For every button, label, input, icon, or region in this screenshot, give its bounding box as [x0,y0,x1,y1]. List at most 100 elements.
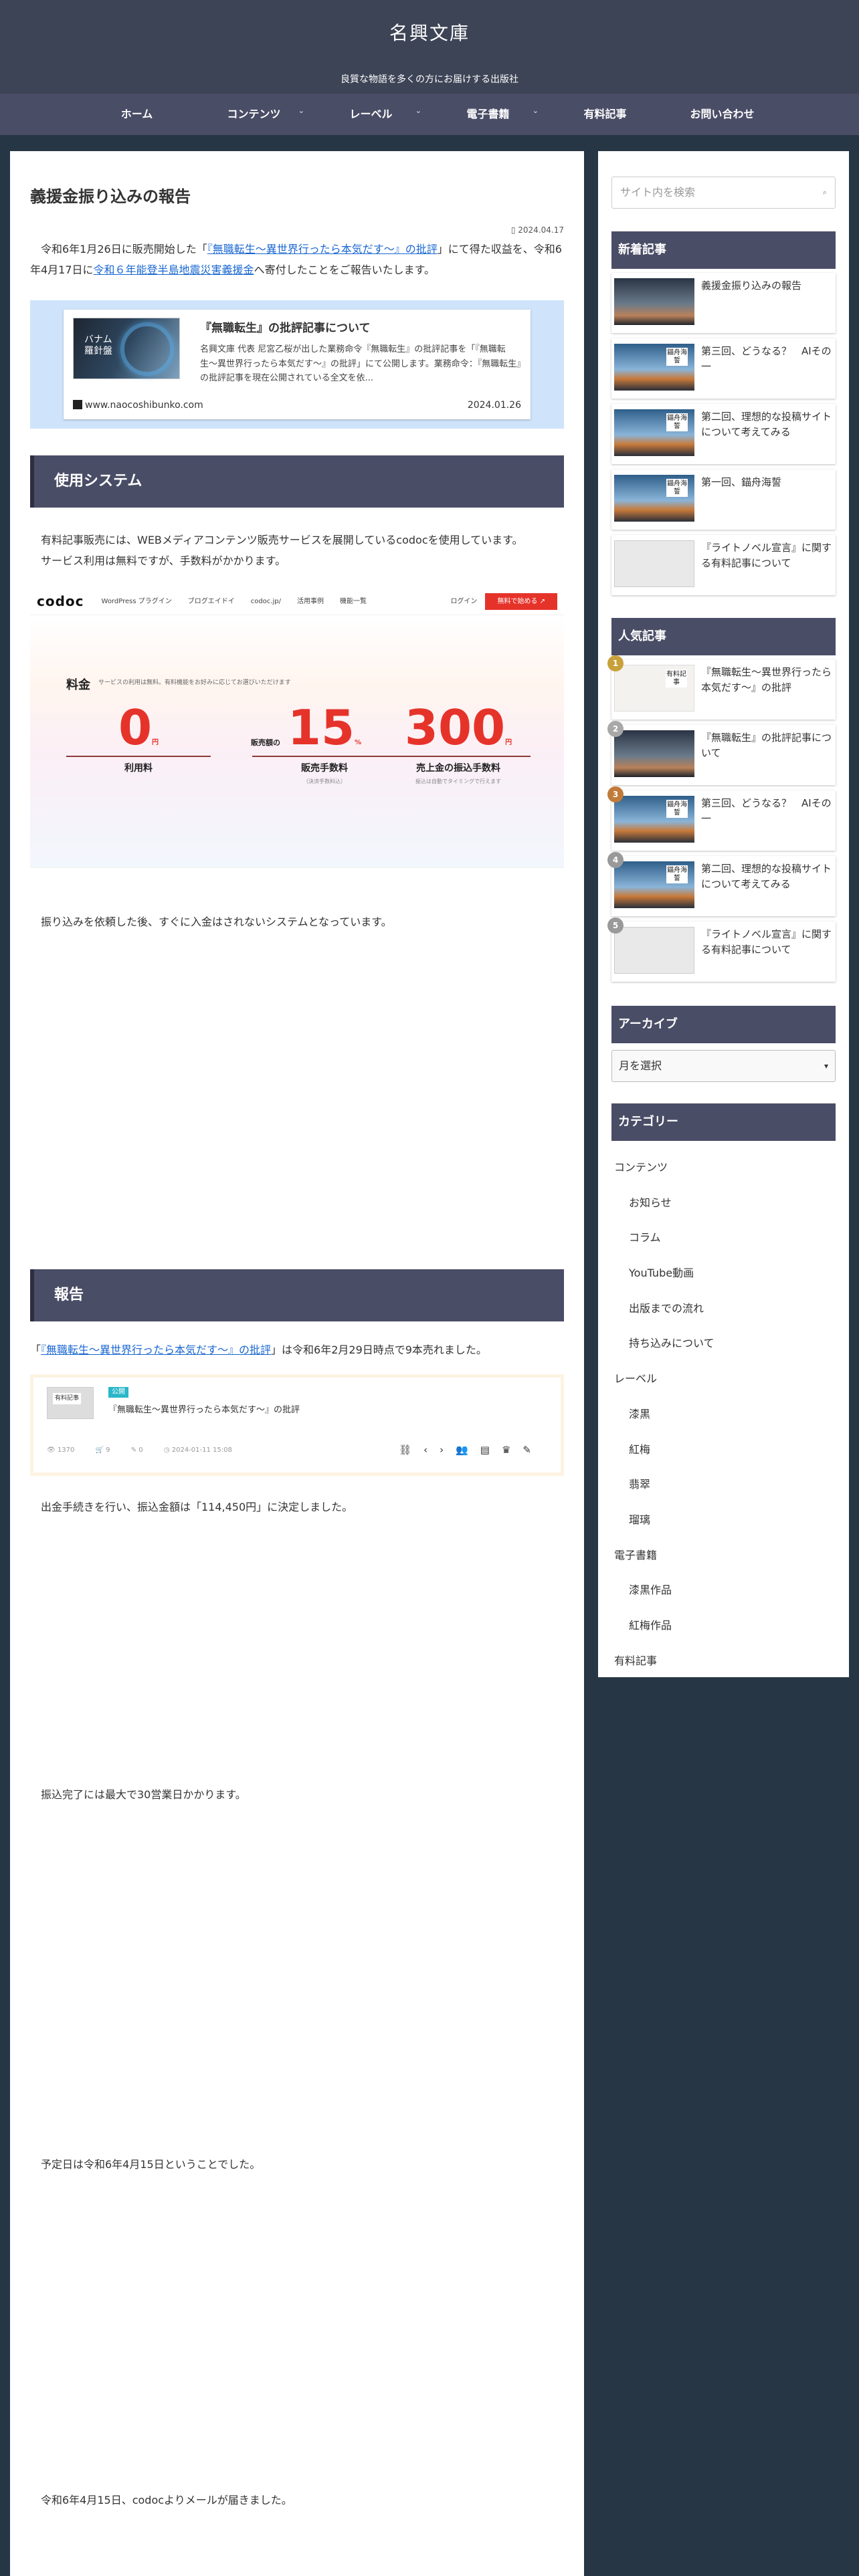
nav-item-label: 有料記事 [583,108,627,121]
post-title[interactable]: 第三回、どうなる？ AIその一 [701,796,832,827]
sidebar-post-item[interactable]: 義援金振り込みの報告 [611,273,836,333]
codoc-pricing-image: codoc WordPress プラグイン ブログエイドイ codoc.jp/活用事… [30,588,564,868]
post-title[interactable]: 『無職転生』の批評記事について [701,730,832,762]
post-thumbnail: 錨舟海誓 [614,344,694,391]
category-item[interactable]: YouTube動画 [611,1256,836,1291]
category-item[interactable]: お知らせ [611,1186,836,1221]
price-column: 販売額の 15% 販売手数料 （決済手数料込） [251,704,397,786]
category-item[interactable]: コンテンツ [611,1150,836,1186]
report-card-title[interactable]: 『無職転生〜異世界行ったら本気だす〜』の批評 [108,1403,300,1418]
category-item[interactable]: 漆黒 [611,1397,836,1432]
price-label: 料金 [66,677,90,692]
print-icon[interactable]: ▤ [480,1444,502,1456]
category-item[interactable]: 紅梅 [611,1432,836,1468]
category-item[interactable]: 電子書籍 [611,1538,836,1574]
thumb-label: 有料記事 [666,669,687,687]
nav-item-label: レーベル [349,108,393,121]
price-prefix: 販売額の [251,738,280,747]
price-sub: サービスの利用は無料。有料機能をお好みに応じてお選びいただけます [98,679,291,686]
category-item[interactable]: 漆黒作品 [611,1573,836,1608]
sidebar-post-item[interactable]: 錨舟海誓 第二回、理想的な投稿サイトについて考えてみる [611,404,836,464]
blogcard-thumb-text: バナム 羅針盤 [84,334,112,356]
nav-item[interactable]: お問い合わせ [664,105,781,123]
widget-archive-title: アーカイブ [611,1006,836,1043]
blogcard-footer: www.naocoshibunko.com 2024.01.26 [73,398,521,414]
nav-item[interactable]: 電子書籍 ⌄ [430,105,547,123]
post-title[interactable]: 第二回、理想的な投稿サイトについて考えてみる [701,409,832,441]
nav-item[interactable]: コンテンツ ⌄ [195,105,312,123]
post-title[interactable]: 『ライトノベル宣言』に関する有料記事について [701,927,832,958]
report-paragraph-2: 振込完了には最大で30営業日かかります。 [41,1788,246,1802]
code-icon[interactable]: ‹› [423,1444,456,1456]
system-paragraph-2: サービス利用は無料ですが、手数料がかかります。 [41,554,286,567]
post-title[interactable]: 第三回、どうなる？ AIその一 [701,344,832,375]
blogcard[interactable]: バナム 羅針盤 『無職転生』の批評記事について 名興文庫 代表 尼宮乙桜が出した業… [64,310,531,420]
sidebar-post-item[interactable]: 錨舟海誓 第二回、理想的な投稿サイトについて考えてみる 4 [607,852,836,916]
link-icon[interactable]: ⛓ [399,1444,423,1456]
edit-icon[interactable]: ✎ [522,1444,543,1456]
rank-badge: 4 [607,852,624,868]
report-critique-link[interactable]: 『無職転生〜異世界行ったら本気だす〜』の批評 [41,1344,271,1356]
blogcard-title[interactable]: 『無職転生』の批評記事について [200,319,521,338]
category-item[interactable]: 瑠璃 [611,1503,836,1538]
price-caption: 売上金の振込手数料 [416,762,500,774]
codoc-header: codoc WordPress プラグイン ブログエイドイ codoc.jp/活用事… [30,588,564,615]
category-item[interactable]: コラム [611,1220,836,1256]
post-title[interactable]: 義援金振り込みの報告 [701,278,832,294]
sidebar-post-item[interactable]: 『無職転生』の批評記事について 2 [607,721,836,785]
donation-link[interactable]: 令和６年能登半島地震災害義援金 [94,263,254,276]
price-unit: % [355,738,362,746]
chevron-down-icon: ⌄ [415,106,421,116]
thumb-label: 錨舟海誓 [666,479,688,497]
sidebar-post-item[interactable]: 『ライトノベル宣言』に関する有料記事について [611,535,836,595]
post-title[interactable]: 『無職転生〜異世界行ったら本気だす〜』の批評 [701,665,832,696]
created-date-text: 2024-01-11 15:08 [171,1446,232,1454]
category-item[interactable]: 紅梅作品 [611,1608,836,1644]
popular-posts-list: 有料記事 『無職転生〜異世界行ったら本気だす〜』の批評 1 『無職転生』の批評記事につ… [607,655,836,982]
post-title[interactable]: 『ライトノベル宣言』に関する有料記事について [701,540,832,572]
system-paragraph-1: 有料記事販売には、WEBメディアコンテンツ販売サービスを展開しているcodocを… [41,534,523,547]
trophy-icon[interactable]: ♛ [502,1444,522,1456]
post-title[interactable]: 第一回、錨舟海誓 [701,475,832,490]
category-item[interactable]: 持ち込みについて [611,1326,836,1362]
codoc-nav: WordPress プラグイン ブログエイドイ codoc.jp/活用事例 機能一覧 [102,596,383,607]
post-thumbnail: 錨舟海誓 [614,796,694,843]
sidebar-post-item[interactable]: 錨舟海誓 第三回、どうなる？ AIその一 3 [607,786,836,851]
edit-count-text: 0 [138,1446,143,1454]
new-posts-list: 義援金振り込みの報告 錨舟海誓 第三回、どうなる？ AIその一 錨舟海誓 第二回、理想的… [611,273,836,595]
category-item[interactable]: 翡翠 [611,1467,836,1503]
search-input[interactable]: サイト内を検索 ⌕ [611,177,836,209]
search-icon[interactable]: ⌕ [823,187,827,199]
report-paragraph-4: 令和6年4月15日、codocよりメールが届きました。 [41,2493,292,2506]
users-icon[interactable]: 👥 [456,1444,480,1456]
archive-select[interactable]: 月を選択 ▾ [611,1050,836,1082]
critique-link[interactable]: 『無職転生〜異世界行ったら本気だす〜』の批評 [207,243,438,255]
sidebar-post-item[interactable]: 『ライトノベル宣言』に関する有料記事について 5 [607,918,836,982]
thumb-label: 錨舟海誓 [666,413,688,431]
blogcard-excerpt: 名興文庫 代表 尼宮乙桜が出した業務命令『無職転生』の批評記事を「『無職転生〜異… [200,344,521,383]
price-divider [386,755,531,757]
sidebar-post-item[interactable]: 錨舟海誓 第一回、錨舟海誓 [611,469,836,530]
site-title[interactable]: 名興文庫 [0,17,859,49]
nav-item[interactable]: レーベル ⌄ [312,105,430,123]
price-column: 0円 利用料 [66,704,211,777]
sidebar-post-item[interactable]: 有料記事 『無職転生〜異世界行ったら本気だす〜』の批評 1 [607,655,836,720]
report-thumb-label: 有料記事 [53,1392,82,1405]
widget-popular-title: 人気記事 [611,618,836,655]
search-placeholder: サイト内を検索 [620,186,696,199]
entry-title: 義援金振り込みの報告 [30,187,191,206]
nav-item[interactable]: ホーム [78,105,195,123]
category-item[interactable]: 有料記事 [611,1644,836,1679]
post-thumbnail: 錨舟海誓 [614,475,694,522]
sidebar-post-item[interactable]: 錨舟海誓 第三回、どうなる？ AIその一 [611,338,836,399]
price-note: （決済手数料込） [303,778,346,784]
blogcard-domain: www.naocoshibunko.com [73,398,203,414]
codoc-nav-item: codoc.jp/ [250,597,281,605]
category-item[interactable]: 出版までの流れ [611,1291,836,1327]
nav-item[interactable]: 有料記事 [547,105,664,123]
post-thumbnail: 錨舟海誓 [614,409,694,456]
codoc-login: ログイン [450,597,478,605]
thumb-label: 錨舟海誓 [666,865,688,883]
category-item[interactable]: レーベル [611,1362,836,1397]
post-title[interactable]: 第二回、理想的な投稿サイトについて考えてみる [701,861,832,893]
